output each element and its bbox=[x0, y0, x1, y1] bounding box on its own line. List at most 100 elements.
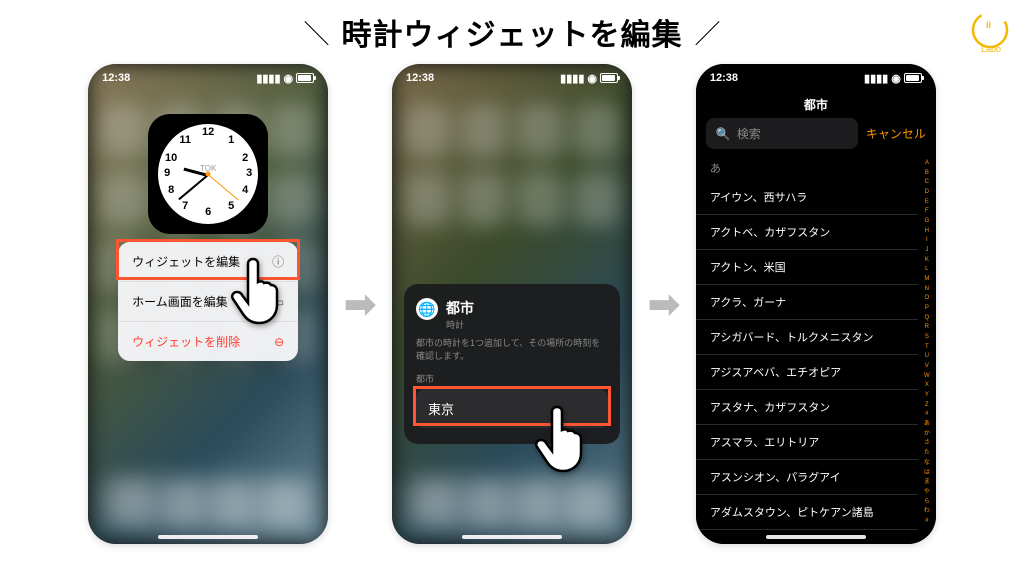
battery-icon bbox=[904, 73, 922, 83]
search-placeholder: 検索 bbox=[737, 125, 761, 142]
index-letter[interactable]: B bbox=[921, 170, 933, 176]
city-item[interactable]: アイウン、西サハラ bbox=[696, 180, 918, 215]
signal-icon: ▮▮▮▮ bbox=[864, 72, 888, 85]
index-letter[interactable]: C bbox=[921, 179, 933, 185]
index-letter[interactable]: W bbox=[921, 373, 933, 379]
city-item[interactable]: アジスアベバ、エチオピア bbox=[696, 355, 918, 390]
wifi-icon: ◉ bbox=[587, 72, 597, 85]
search-input[interactable]: 🔍 検索 bbox=[706, 118, 858, 149]
city-item[interactable]: アティコカン、カナダ bbox=[696, 530, 918, 534]
city-item[interactable]: アスタナ、カザフスタン bbox=[696, 390, 918, 425]
index-letter[interactable]: わ bbox=[921, 508, 933, 514]
city-item[interactable]: アクトベ、カザフスタン bbox=[696, 215, 918, 250]
index-letter[interactable]: ら bbox=[921, 499, 933, 505]
status-time: 12:38 bbox=[406, 72, 434, 84]
index-letter[interactable]: P bbox=[921, 305, 933, 311]
index-letter[interactable]: U bbox=[921, 353, 933, 359]
status-icons: ▮▮▮▮◉ bbox=[864, 72, 922, 85]
clock-widget[interactable]: 12 1 2 3 4 5 6 7 8 9 10 11 TOK bbox=[148, 114, 268, 234]
city-item[interactable]: アダムスタウン、ピトケアン諸島 bbox=[696, 495, 918, 530]
pointer-hand-icon bbox=[228, 256, 288, 326]
phone-screenshot-2: 12:38 ▮▮▮▮◉ 🌐 都市 時計 都市の時計を1つ追加して、その場所の時刻… bbox=[392, 64, 632, 544]
index-letter[interactable]: や bbox=[921, 489, 933, 495]
index-letter[interactable]: X bbox=[921, 382, 933, 388]
home-indicator[interactable] bbox=[158, 535, 258, 539]
index-letter[interactable]: A bbox=[921, 160, 933, 166]
index-letter[interactable]: M bbox=[921, 276, 933, 282]
index-letter[interactable]: S bbox=[921, 334, 933, 340]
index-letter[interactable]: N bbox=[921, 286, 933, 292]
city-item[interactable]: アクラ、ガーナ bbox=[696, 285, 918, 320]
status-time: 12:38 bbox=[102, 72, 130, 84]
index-letter[interactable]: Q bbox=[921, 315, 933, 321]
home-indicator[interactable] bbox=[766, 535, 866, 539]
phones-row: 12:38 ▮▮▮▮ ◉ 12 1 2 3 4 5 6 7 8 9 10 11 … bbox=[0, 64, 1024, 544]
status-icons: ▮▮▮▮ ◉ bbox=[256, 72, 314, 85]
index-letter[interactable]: K bbox=[921, 257, 933, 263]
page-header: ＼ 時計ウィジェットを編集 ／ bbox=[0, 0, 1024, 60]
phone-screenshot-1: 12:38 ▮▮▮▮ ◉ 12 1 2 3 4 5 6 7 8 9 10 11 … bbox=[88, 64, 328, 544]
city-item[interactable]: アスンシオン、パラグアイ bbox=[696, 460, 918, 495]
status-bar: 12:38 ▮▮▮▮◉ bbox=[696, 64, 936, 92]
minus-circle-icon: ⊖ bbox=[274, 335, 284, 349]
index-bar[interactable]: ABCDEFGHIJKLMNOPQRSTUVWXYZ # あかさたなはまやらわ # bbox=[921, 160, 933, 524]
menu-label: ウィジェットを編集 bbox=[132, 253, 240, 270]
index-letter[interactable]: た bbox=[921, 450, 933, 456]
svg-text:ii: ii bbox=[986, 20, 991, 30]
clock-face: 12 1 2 3 4 5 6 7 8 9 10 11 TOK bbox=[158, 124, 258, 224]
index-letter[interactable]: T bbox=[921, 344, 933, 350]
index-letter[interactable]: I bbox=[921, 237, 933, 243]
index-letter[interactable]: F bbox=[921, 208, 933, 214]
index-letter[interactable]: な bbox=[921, 460, 933, 466]
status-bar: 12:38 ▮▮▮▮ ◉ bbox=[88, 64, 328, 92]
index-letter[interactable]: Z bbox=[921, 402, 933, 408]
status-icons: ▮▮▮▮◉ bbox=[560, 72, 618, 85]
index-letter[interactable]: J bbox=[921, 247, 933, 253]
search-icon: 🔍 bbox=[716, 127, 731, 141]
cancel-button[interactable]: キャンセル bbox=[866, 125, 926, 142]
city-list-screen: 12:38 ▮▮▮▮◉ 都市 🔍 検索 キャンセル あ アイウン、西サハラアクト… bbox=[696, 64, 936, 544]
city-item[interactable]: アシガバード、トルクメニスタン bbox=[696, 320, 918, 355]
status-time: 12:38 bbox=[710, 72, 738, 84]
battery-icon bbox=[600, 73, 618, 83]
svg-text:Labo: Labo bbox=[981, 44, 1001, 54]
logo: ii Labo bbox=[962, 8, 1010, 56]
phone-screenshot-3: 12:38 ▮▮▮▮◉ 都市 🔍 検索 キャンセル あ アイウン、西サハラアクト… bbox=[696, 64, 936, 544]
signal-icon: ▮▮▮▮ bbox=[256, 72, 280, 85]
city-item[interactable]: アスマラ、エリトリア bbox=[696, 425, 918, 460]
menu-label: ホーム画面を編集 bbox=[132, 293, 228, 310]
slash-right: ／ bbox=[695, 14, 721, 51]
slash-left: ＼ bbox=[303, 14, 329, 51]
index-letter[interactable]: # bbox=[921, 518, 933, 524]
globe-icon: 🌐 bbox=[416, 298, 438, 320]
index-letter[interactable]: ま bbox=[921, 479, 933, 485]
index-letter[interactable]: V bbox=[921, 363, 933, 369]
search-row: 🔍 検索 キャンセル bbox=[706, 118, 926, 149]
menu-remove-widget[interactable]: ウィジェットを削除 ⊖ bbox=[118, 322, 298, 361]
section-header: あ bbox=[710, 160, 721, 176]
index-letter[interactable]: D bbox=[921, 189, 933, 195]
home-indicator[interactable] bbox=[462, 535, 562, 539]
index-letter[interactable]: R bbox=[921, 324, 933, 330]
index-letter[interactable]: は bbox=[921, 470, 933, 476]
wifi-icon: ◉ bbox=[891, 72, 901, 85]
menu-label: ウィジェットを削除 bbox=[132, 333, 240, 350]
pointer-hand-icon bbox=[532, 404, 592, 474]
index-letter[interactable]: G bbox=[921, 218, 933, 224]
index-letter[interactable]: か bbox=[921, 431, 933, 437]
arrow-icon: ➡ bbox=[344, 282, 376, 327]
city-list[interactable]: アイウン、西サハラアクトベ、カザフスタンアクトン、米国アクラ、ガーナアシガバード… bbox=[696, 180, 918, 534]
panel-title: 都市 bbox=[446, 298, 474, 318]
index-letter[interactable]: # bbox=[921, 411, 933, 417]
index-letter[interactable]: L bbox=[921, 266, 933, 272]
index-letter[interactable]: あ bbox=[921, 421, 933, 427]
index-letter[interactable]: O bbox=[921, 295, 933, 301]
index-letter[interactable]: さ bbox=[921, 440, 933, 446]
arrow-icon: ➡ bbox=[648, 282, 680, 327]
index-letter[interactable]: H bbox=[921, 228, 933, 234]
city-item[interactable]: アクトン、米国 bbox=[696, 250, 918, 285]
index-letter[interactable]: E bbox=[921, 199, 933, 205]
signal-icon: ▮▮▮▮ bbox=[560, 72, 584, 85]
panel-description: 都市の時計を1つ追加して、その場所の時刻を確認します。 bbox=[416, 337, 608, 362]
index-letter[interactable]: Y bbox=[921, 392, 933, 398]
